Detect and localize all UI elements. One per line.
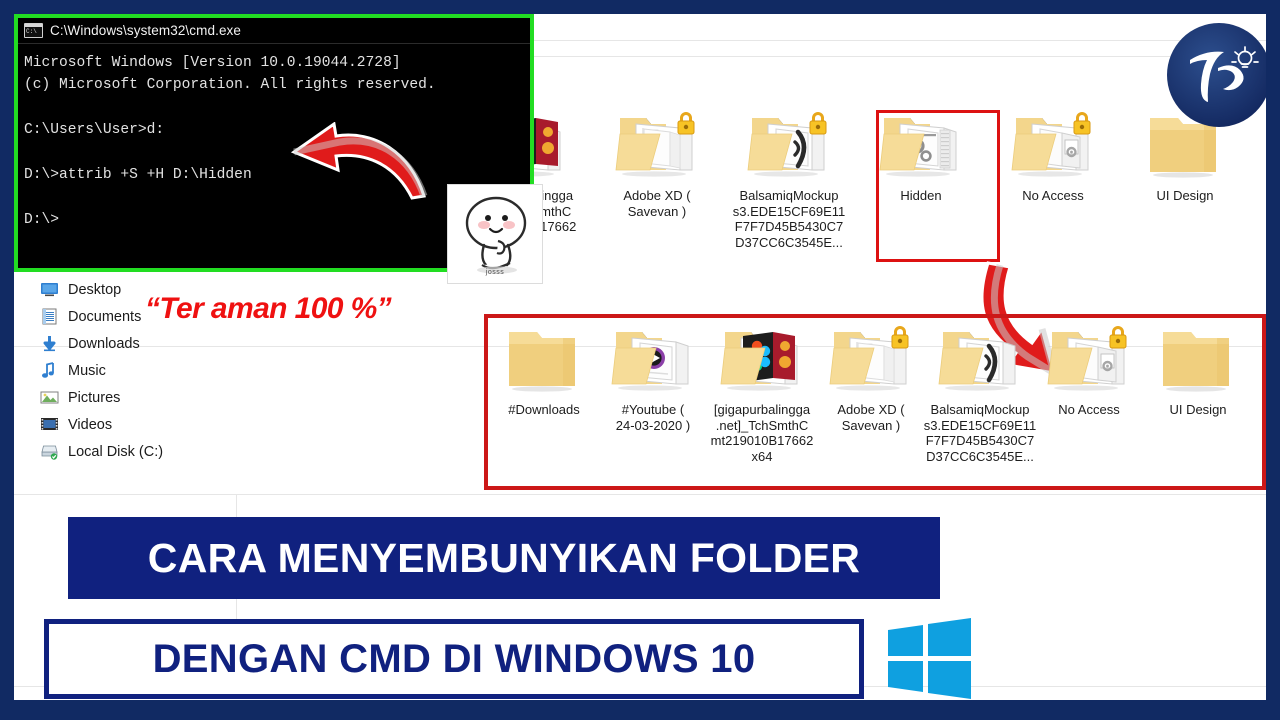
- sidebar-item-local-disk-c[interactable]: Local Disk (C:): [14, 438, 214, 465]
- music-note-icon: [40, 362, 59, 379]
- ter-aman-annotation: “Ter aman 100 %”: [145, 292, 392, 325]
- sidebar-item-downloads[interactable]: Downloads: [14, 330, 214, 357]
- folder-icon: [1010, 108, 1096, 182]
- downloads-arrow-icon: [40, 335, 59, 352]
- folder-label: No Access: [1022, 188, 1084, 203]
- desktop-icon: [40, 281, 59, 298]
- folder-label: UI Design: [1156, 188, 1214, 203]
- folder-icon: [610, 322, 696, 396]
- sidebar-item-label: Local Disk (C:): [68, 443, 164, 460]
- folder-icon: [614, 108, 700, 182]
- pictures-icon: [40, 389, 59, 406]
- cmd-line: C:\Users\User>d:: [24, 122, 165, 139]
- folder-item[interactable]: No Access: [987, 108, 1119, 204]
- folder-item[interactable]: BalsamiqMockup s3.EDE15CF69E11 F7F7D45B5…: [723, 108, 855, 250]
- primary-title-text: CARA MENYEMBUNYIKAN FOLDER: [147, 534, 861, 581]
- sidebar-item-label: Pictures: [68, 389, 121, 406]
- folder-item[interactable]: UI Design: [1132, 322, 1264, 418]
- content-stage: [gigapurbalingga .net]_TchSmthC mt219010…: [14, 14, 1266, 700]
- sticker-label: josss: [485, 269, 505, 276]
- background-rule: [14, 494, 1266, 495]
- folder-icon: [828, 322, 914, 396]
- folder-icon: [501, 322, 587, 396]
- sidebar-item-label: Music: [68, 362, 106, 379]
- folder-icon: [1155, 322, 1241, 396]
- local-disk-icon: [40, 443, 59, 460]
- cmd-titlebar[interactable]: C:\Windows\system32\cmd.exe: [18, 18, 530, 44]
- sidebar-item-label: Documents: [68, 308, 142, 325]
- sidebar-item-music[interactable]: Music: [14, 357, 214, 384]
- cmd-title: C:\Windows\system32\cmd.exe: [50, 23, 242, 38]
- cmd-line: (c) Microsoft Corporation. All rights re…: [24, 77, 436, 94]
- folder-label: BalsamiqMockup s3.EDE15CF69E11 F7F7D45B5…: [732, 188, 846, 250]
- cmd-prompt-icon: [24, 23, 43, 38]
- folder-item[interactable]: Adobe XD ( Savevan ): [591, 108, 723, 219]
- folder-icon: [1046, 322, 1132, 396]
- secondary-title-text: DENGAN CMD DI WINDOWS 10: [152, 636, 756, 681]
- folder-label: Adobe XD ( Savevan ): [623, 188, 691, 219]
- windows-logo-icon: [882, 614, 974, 700]
- videos-film-icon: [40, 416, 59, 433]
- sidebar-item-label: Videos: [68, 416, 113, 433]
- tp-lightbulb-logo-icon: [1166, 22, 1266, 128]
- folder-icon: [937, 322, 1023, 396]
- documents-icon: [40, 308, 59, 325]
- secondary-title-banner: DENGAN CMD DI WINDOWS 10: [44, 619, 864, 699]
- sidebar-item-label: Desktop: [68, 281, 122, 298]
- folder-icon: [719, 322, 805, 396]
- outer-navy-frame: [gigapurbalingga .net]_TchSmthC mt219010…: [0, 0, 1280, 720]
- sidebar-item-label: Downloads: [68, 335, 140, 352]
- blob-mascot-sticker: josss: [447, 184, 543, 284]
- cmd-line: [24, 97, 530, 119]
- sidebar-item-pictures[interactable]: Pictures: [14, 384, 214, 411]
- folder-icon: [746, 108, 832, 182]
- red-curved-arrow-up-left-icon: [290, 121, 430, 200]
- sidebar-item-videos[interactable]: Videos: [14, 411, 214, 438]
- cmd-line: Microsoft Windows [Version 10.0.19044.27…: [24, 55, 401, 71]
- cmd-line: [24, 142, 530, 164]
- folder-label: UI Design: [1169, 402, 1227, 417]
- hidden-folder-highlight-box: [876, 110, 1000, 262]
- primary-title-banner: CARA MENYEMBUNYIKAN FOLDER: [68, 517, 940, 599]
